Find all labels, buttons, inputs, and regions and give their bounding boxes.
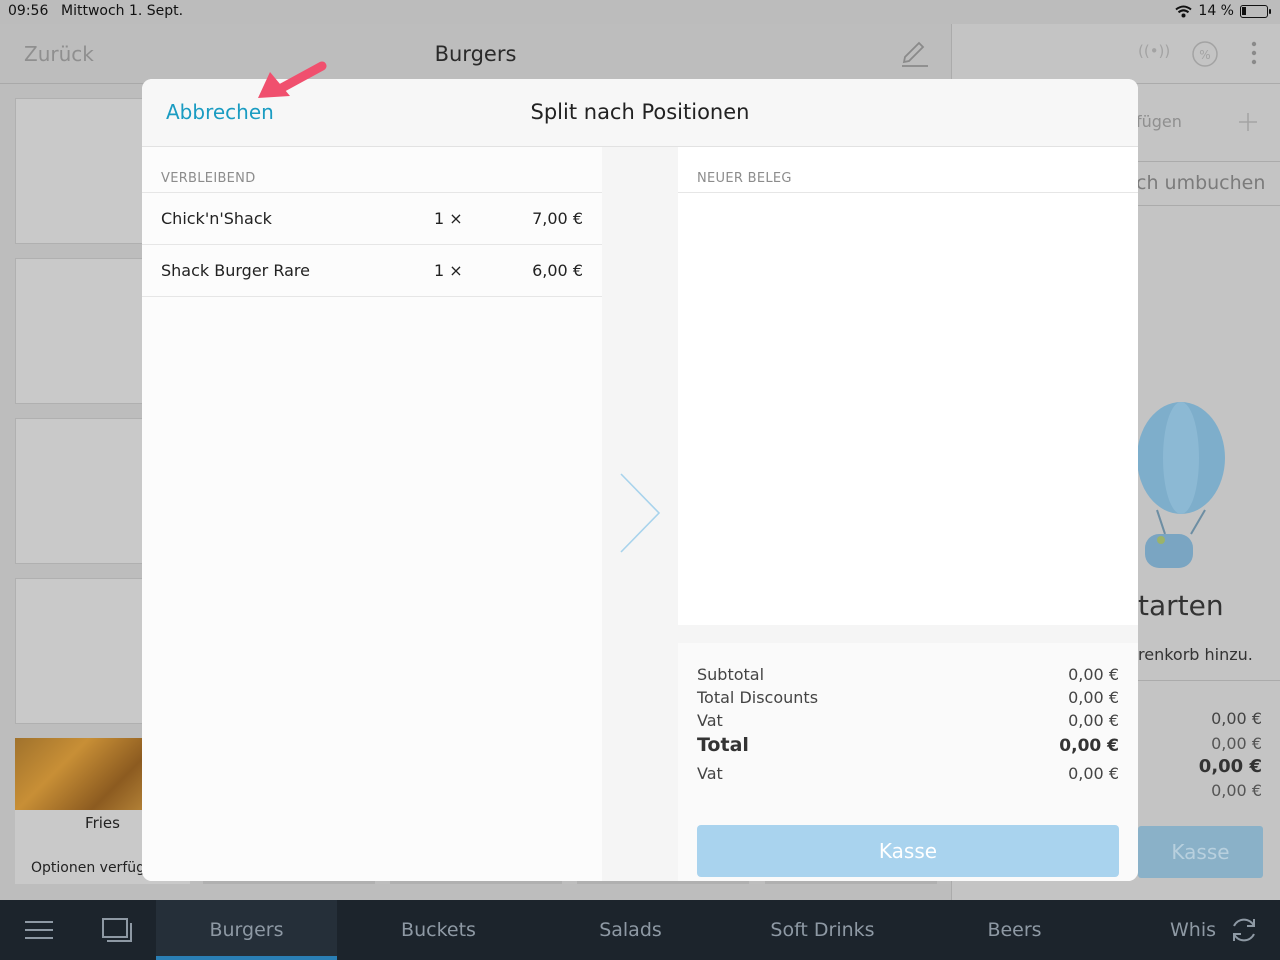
list-item[interactable]: Chick'n'Shack 1 × 7,00 € — [142, 193, 602, 245]
remaining-header: VERBLEIBEND — [161, 171, 256, 186]
tab-beers[interactable]: Beers — [924, 900, 1105, 960]
vat-label: Vat — [697, 711, 723, 730]
svg-text:%: % — [1199, 48, 1210, 62]
status-date: Mittwoch 1. Sept. — [61, 3, 184, 19]
item-name: Chick'n'Shack — [161, 209, 272, 228]
status-time: 09:56 — [8, 3, 49, 19]
total-label: Total — [697, 734, 749, 756]
wifi-icon — [1175, 5, 1193, 17]
plus-icon[interactable] — [1238, 112, 1258, 132]
tab-salads[interactable]: Salads — [540, 900, 721, 960]
new-receipt-header: NEUER BELEG — [697, 171, 792, 186]
spacer — [678, 625, 1138, 643]
item-price: 7,00 € — [532, 209, 583, 228]
vat-value: 0,00 € — [1068, 711, 1119, 730]
chevron-right-icon[interactable] — [618, 472, 662, 554]
empty-cart-heading: tarten — [1138, 589, 1224, 622]
remaining-list: VERBLEIBEND Chick'n'Shack 1 × 7,00 € Sha… — [142, 147, 602, 881]
balloon-illustration-icon — [1137, 402, 1225, 568]
list-item[interactable]: Shack Burger Rare 1 × 6,00 € — [142, 245, 602, 297]
tab-soft-drinks[interactable]: Soft Drinks — [732, 900, 913, 960]
discounts-label: Total Discounts — [697, 688, 819, 707]
hamburger-menu-icon[interactable] — [25, 920, 53, 940]
cart-vat: 0,00 € — [1211, 781, 1262, 800]
tab-burgers[interactable]: Burgers — [156, 900, 337, 960]
item-price: 6,00 € — [532, 261, 583, 280]
battery-percent: 14 % — [1198, 3, 1234, 19]
new-receipt-list: NEUER BELEG — [678, 147, 1138, 625]
cart-discounts: 0,00 € — [1211, 734, 1262, 753]
discounts-value: 0,00 € — [1068, 688, 1119, 707]
cart-subtotal: 0,00 € — [1211, 709, 1262, 728]
vat2-value: 0,00 € — [1068, 764, 1119, 783]
totals-panel: Subtotal 0,00 € Total Discounts 0,00 € V… — [678, 643, 1138, 881]
item-name: Shack Burger Rare — [161, 261, 310, 280]
tab-buckets[interactable]: Buckets — [348, 900, 529, 960]
tab-whisky[interactable]: Whis — [1150, 900, 1230, 960]
wireless-icon[interactable]: ((•)) — [1138, 42, 1170, 60]
category-tabbar: Burgers Buckets Salads Soft Drinks Beers… — [0, 900, 1280, 960]
annotation-arrow-icon — [258, 61, 327, 98]
rebook-label: ch umbuchen — [1136, 172, 1266, 194]
cart-kasse-button[interactable]: Kasse — [1138, 826, 1263, 878]
transfer-column — [602, 147, 678, 881]
total-value: 0,00 € — [1059, 736, 1119, 756]
status-bar: 09:56 Mittwoch 1. Sept. 14 % — [0, 0, 1280, 24]
discount-icon[interactable]: % — [1191, 40, 1219, 68]
add-row-label: fügen — [1136, 112, 1182, 131]
top-navbar: Zurück Burgers — [0, 24, 951, 84]
item-qty: 1 × — [434, 261, 463, 280]
vat2-label: Vat — [697, 764, 723, 783]
subtotal-value: 0,00 € — [1068, 665, 1119, 684]
category-title: Burgers — [434, 42, 517, 66]
pencil-icon[interactable] — [898, 38, 930, 70]
battery-icon — [1240, 4, 1271, 18]
status-right: 14 % — [1175, 3, 1271, 19]
modal-title: Split nach Positionen — [530, 100, 750, 124]
cart-toolbar: ((•)) % — [952, 24, 1280, 84]
cart-total: 0,00 € — [1198, 756, 1262, 777]
empty-cart-subtext: renkorb hinzu. — [1138, 645, 1253, 664]
devices-icon[interactable] — [102, 918, 132, 942]
more-vertical-icon[interactable] — [1250, 40, 1258, 66]
sync-icon[interactable] — [1229, 915, 1259, 945]
kasse-button[interactable]: Kasse — [697, 825, 1119, 877]
fries-options-text: Optionen verfüg — [31, 860, 146, 876]
item-qty: 1 × — [434, 209, 463, 228]
split-modal: Abbrechen Split nach Positionen VERBLEIB… — [142, 79, 1138, 881]
subtotal-label: Subtotal — [697, 665, 765, 684]
divider — [678, 192, 1138, 193]
